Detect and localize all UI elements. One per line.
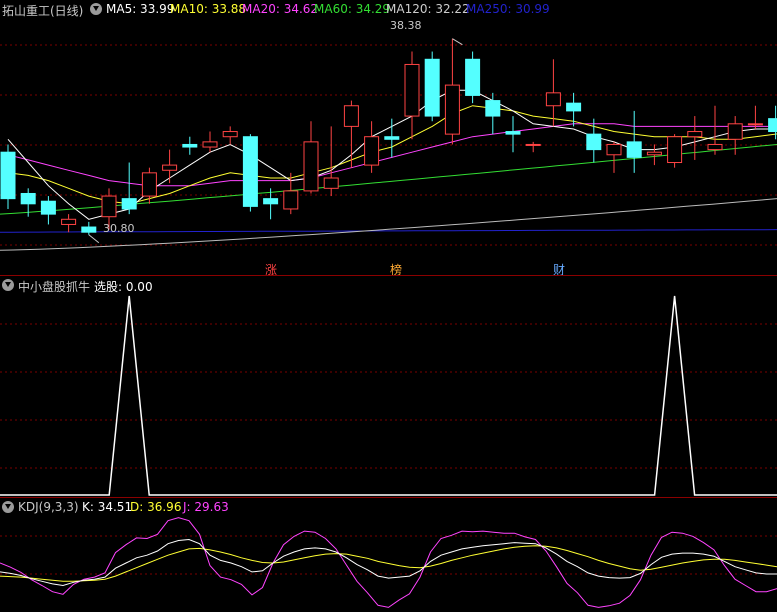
candle-down [0, 151, 16, 200]
kdj-panel[interactable]: KDJ(9,3,3) K: 34.51 D: 36.96 J: 29.63 [0, 498, 777, 612]
indicator-chart[interactable] [0, 276, 777, 497]
candle-down [182, 143, 198, 148]
candle-up [141, 172, 157, 197]
candle-down [768, 118, 777, 133]
candle-up [323, 177, 339, 189]
candle-up [667, 136, 683, 164]
kdj-k-label: K: 34.51 [82, 500, 133, 514]
candle-up [747, 123, 763, 126]
candle-up [364, 136, 380, 166]
candle-down [586, 133, 602, 151]
candle-up [303, 141, 319, 192]
indicator-title: 中小盘股抓牛 [18, 280, 91, 294]
candle-up [101, 195, 117, 218]
ma60-label: MA60: 34.29 [314, 2, 391, 16]
high-price-label: 38.38 [390, 19, 422, 32]
ma5-label: MA5: 33.99 [106, 2, 175, 16]
kdj-title: KDJ(9,3,3) [18, 500, 79, 514]
candle-up [727, 123, 743, 140]
kdj-menu-button[interactable] [2, 501, 14, 513]
kdj-d-label: D: 36.96 [130, 500, 182, 514]
candle-down [465, 58, 481, 96]
kdj-chart[interactable] [0, 498, 777, 612]
kdj-k-line [0, 538, 777, 587]
candle-up [606, 143, 622, 156]
candle-up [202, 141, 218, 148]
candle-down [81, 226, 97, 233]
candle-up [444, 84, 460, 135]
candle-down [566, 102, 582, 112]
ma250-label: MA250: 30.99 [466, 2, 550, 16]
candle-up [343, 105, 359, 127]
stock-title: 拓山重工(日线) [2, 4, 84, 18]
candle-up [545, 92, 561, 107]
kdj-d-line [0, 545, 777, 582]
main-chart-panel[interactable]: 拓山重工(日线) MA5: 33.99 MA10: 33.88 MA20: 34… [0, 0, 777, 277]
indicator-menu-button[interactable] [2, 279, 14, 291]
ma10-label: MA10: 33.88 [170, 2, 247, 16]
candle-up [687, 131, 703, 138]
candle-down [263, 198, 279, 205]
candle-down [626, 141, 642, 158]
candle-up [646, 151, 662, 156]
candle-up [222, 131, 238, 138]
candle-down [485, 100, 501, 117]
indicator-panel[interactable]: 中小盘股抓牛 选股: 0.00 [0, 276, 777, 497]
candle-up [404, 63, 420, 117]
signal-line [0, 295, 777, 496]
candle-down [505, 131, 521, 135]
candle-down [384, 136, 400, 140]
low-pointer [88, 234, 100, 244]
low-price-label: 30.80 [103, 222, 135, 235]
candle-down [242, 136, 258, 207]
candle-down [121, 198, 137, 210]
high-pointer [452, 38, 463, 46]
ma20-label: MA20: 34.62 [242, 2, 319, 16]
candle-up [525, 143, 541, 146]
ma120-label: MA120: 32.22 [386, 2, 470, 16]
candle-up [707, 143, 723, 151]
candle-down [20, 192, 36, 205]
candle-up [283, 190, 299, 210]
candle-down [424, 58, 440, 117]
kdj-j-line [0, 517, 777, 608]
indicator-value: 选股: 0.00 [94, 280, 153, 294]
main-chart-menu-button[interactable] [90, 3, 102, 15]
candle-up [162, 164, 178, 171]
candle-down [40, 200, 56, 215]
candle-up [61, 218, 77, 225]
kdj-j-label: J: 29.63 [183, 500, 229, 514]
